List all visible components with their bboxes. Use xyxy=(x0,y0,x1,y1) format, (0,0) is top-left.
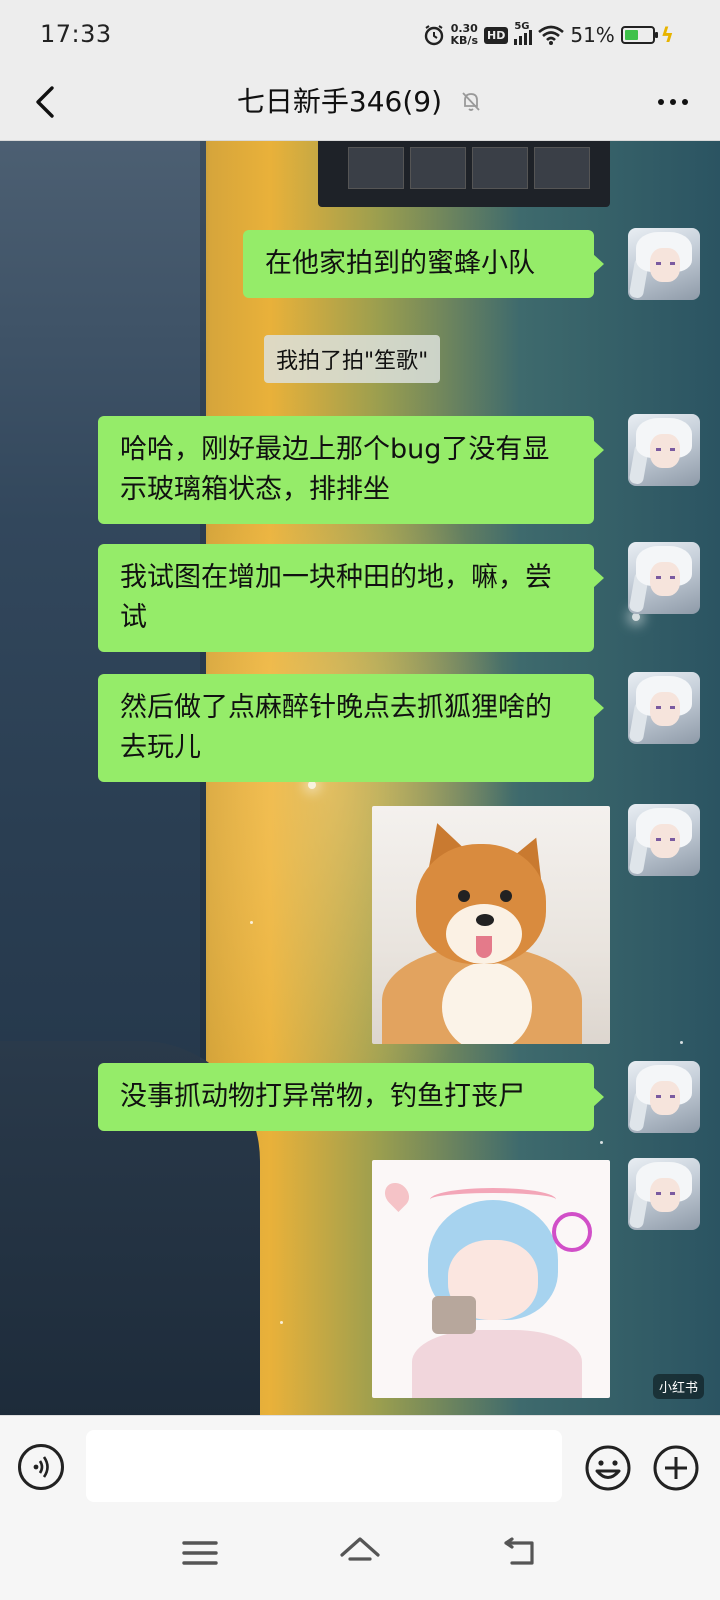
background-star xyxy=(250,921,253,924)
message-bubble[interactable]: 然后做了点麻醉针晚点去抓狐狸啥的去玩儿 xyxy=(98,674,604,782)
avatar[interactable] xyxy=(628,804,700,876)
message-bubble[interactable]: 在他家拍到的蜜蜂小队 xyxy=(243,230,604,298)
message-bubble[interactable]: 没事抓动物打异常物，钓鱼打丧尸 xyxy=(98,1063,604,1131)
message-text: 没事抓动物打异常物，钓鱼打丧尸 xyxy=(120,1081,525,1112)
menu-nav-button[interactable] xyxy=(178,1533,222,1573)
avatar[interactable] xyxy=(628,228,700,300)
background-star xyxy=(280,1321,283,1324)
mute-bell-icon xyxy=(462,92,480,111)
battery-percent: 51% xyxy=(570,23,615,47)
alarm-icon xyxy=(424,25,443,46)
avatar[interactable] xyxy=(628,414,700,486)
status-bar: 17:33 0.30 KB/s HD 5G 51% ϟ xyxy=(0,0,720,66)
message-image-sticker[interactable] xyxy=(372,1160,610,1398)
dot-icon xyxy=(682,99,688,105)
chat-title[interactable]: 七日新手346(9) xyxy=(237,85,442,118)
message-bubble[interactable]: 我试图在增加一块种田的地，嘛，尝试 xyxy=(98,544,604,652)
dot-icon xyxy=(670,99,676,105)
more-options-button[interactable] xyxy=(650,84,696,120)
dot-icon xyxy=(658,99,664,105)
net-speed: 0.30 KB/s xyxy=(451,23,478,47)
message-text: 在他家拍到的蜜蜂小队 xyxy=(265,248,535,279)
sticker-watermark: 小红书 xyxy=(652,1374,704,1399)
cell-signal-icon: 5G xyxy=(514,21,533,45)
background-star xyxy=(308,781,316,789)
avatar[interactable] xyxy=(628,672,700,744)
charging-icon: ϟ xyxy=(660,23,674,47)
more-actions-button[interactable] xyxy=(652,1444,700,1492)
background-star xyxy=(600,1141,603,1144)
back-nav-button[interactable] xyxy=(498,1533,542,1573)
message-text: 我试图在增加一块种田的地，嘛，尝试 xyxy=(120,562,552,633)
input-bar xyxy=(0,1415,720,1512)
avatar[interactable] xyxy=(628,1158,700,1230)
avatar[interactable] xyxy=(628,1061,700,1133)
avatar[interactable] xyxy=(628,542,700,614)
chat-area[interactable]: 在他家拍到的蜜蜂小队 我拍了拍"笙歌" 哈哈，刚好最边上那个bug了没有显示玻璃… xyxy=(0,141,720,1415)
system-nav-bar xyxy=(0,1511,720,1600)
message-image-dog[interactable] xyxy=(372,806,610,1044)
voice-input-button[interactable] xyxy=(18,1444,64,1490)
status-icons: 0.30 KB/s HD 5G 51% ϟ xyxy=(423,20,674,50)
message-text: 然后做了点麻醉针晚点去抓狐狸啥的去玩儿 xyxy=(120,692,552,763)
voice-icon xyxy=(33,1456,49,1478)
network-type: 5G xyxy=(514,21,530,32)
message-bubble[interactable]: 哈哈，刚好最边上那个bug了没有显示玻璃箱状态，排排坐 xyxy=(98,416,604,524)
net-speed-unit: KB/s xyxy=(450,34,478,47)
title-wrap: 七日新手346(9) xyxy=(0,80,720,120)
wifi-icon xyxy=(538,25,565,45)
status-time: 17:33 xyxy=(40,20,112,48)
battery-icon xyxy=(620,26,658,44)
battery-fill xyxy=(624,30,638,40)
home-nav-button[interactable] xyxy=(338,1533,382,1573)
message-image-partial[interactable] xyxy=(318,141,610,207)
emoji-button[interactable] xyxy=(584,1444,632,1492)
chat-header: 七日新手346(9) xyxy=(0,66,720,141)
background-star xyxy=(680,1041,683,1044)
system-note: 我拍了拍"笙歌" xyxy=(264,335,441,383)
hd-badge: HD xyxy=(484,26,509,44)
background-star xyxy=(632,613,640,621)
message-input[interactable] xyxy=(86,1430,562,1502)
message-text: 哈哈，刚好最边上那个bug了没有显示玻璃箱状态，排排坐 xyxy=(120,434,550,505)
